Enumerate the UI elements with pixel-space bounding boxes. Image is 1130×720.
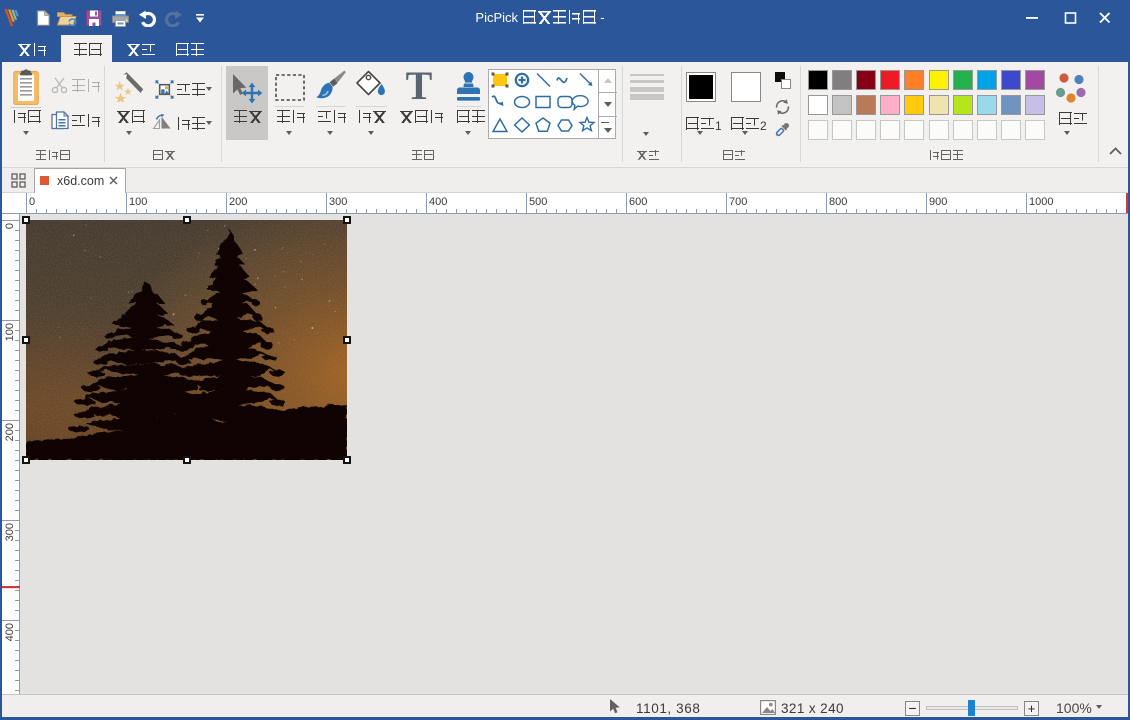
svg-text:300: 300 — [329, 196, 347, 208]
svg-text:100: 100 — [4, 323, 16, 341]
svg-text:100: 100 — [129, 196, 147, 208]
svg-text:200: 200 — [4, 423, 16, 441]
svg-text:200: 200 — [229, 196, 247, 208]
svg-text:0: 0 — [4, 223, 16, 229]
svg-text:800: 800 — [829, 196, 847, 208]
svg-text:600: 600 — [629, 196, 647, 208]
svg-text:1000: 1000 — [1029, 196, 1053, 208]
svg-text:0: 0 — [29, 196, 35, 208]
svg-text:900: 900 — [929, 196, 947, 208]
svg-text:500: 500 — [529, 196, 547, 208]
svg-text:700: 700 — [729, 196, 747, 208]
svg-text:400: 400 — [429, 196, 447, 208]
svg-text:300: 300 — [4, 523, 16, 541]
svg-text:400: 400 — [4, 623, 16, 641]
